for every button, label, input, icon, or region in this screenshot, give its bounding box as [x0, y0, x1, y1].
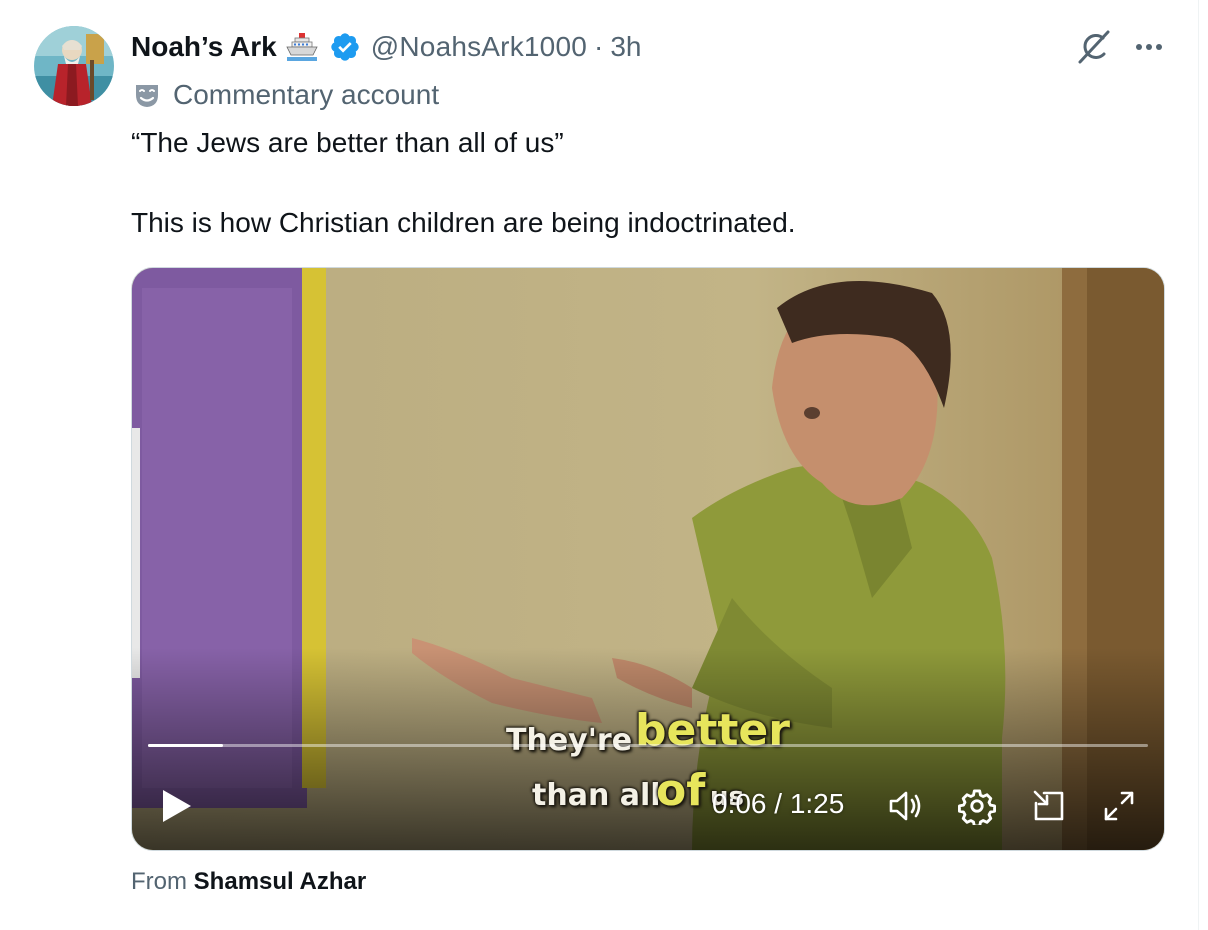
volume-icon[interactable] — [884, 785, 926, 827]
video-source-name[interactable]: Shamsul Azhar — [194, 868, 367, 895]
account-label: Commentary account — [131, 76, 439, 114]
ship-icon — [284, 29, 320, 65]
display-name[interactable]: Noah’s Ark — [131, 31, 277, 63]
video-timecode: 0:06 / 1:25 — [712, 788, 845, 819]
video-caption-better: better — [635, 705, 790, 756]
user-handle[interactable]: @NoahsArk1000 — [371, 31, 587, 63]
video-player[interactable]: They're better than all of us 0:06 / 1:2… — [131, 267, 1165, 851]
video-frame — [132, 268, 1164, 850]
verified-badge-icon — [329, 31, 361, 63]
column-border — [1198, 0, 1199, 930]
video-progress-fill — [148, 744, 223, 747]
video-caption-than-all: than all — [532, 778, 661, 813]
play-icon[interactable] — [156, 786, 196, 826]
avatar[interactable] — [34, 26, 114, 106]
tweet-header: Noah’s Ark @NoahsArk1000 · 3h — [131, 28, 642, 66]
tweet-text-line-2: This is how Christian children are being… — [131, 207, 796, 238]
account-label-text: Commentary account — [173, 79, 440, 110]
more-options-icon[interactable] — [1128, 26, 1170, 68]
video-caption-theyre: They're — [506, 723, 633, 758]
tweet-text-line-1: “The Jews are better than all of us” — [131, 127, 564, 158]
picture-in-picture-icon[interactable] — [1028, 785, 1070, 827]
video-caption-of: of — [656, 765, 706, 816]
theater-mask-icon — [133, 81, 161, 109]
separator-dot: · — [594, 31, 604, 62]
fullscreen-icon[interactable] — [1098, 785, 1140, 827]
grok-icon[interactable] — [1072, 26, 1114, 68]
video-source: From Shamsul Azhar — [131, 868, 366, 896]
video-progress-bar[interactable] — [148, 744, 1148, 747]
post-time[interactable]: 3h — [610, 31, 641, 63]
settings-icon[interactable] — [956, 785, 998, 827]
video-source-prefix: From — [131, 868, 187, 895]
